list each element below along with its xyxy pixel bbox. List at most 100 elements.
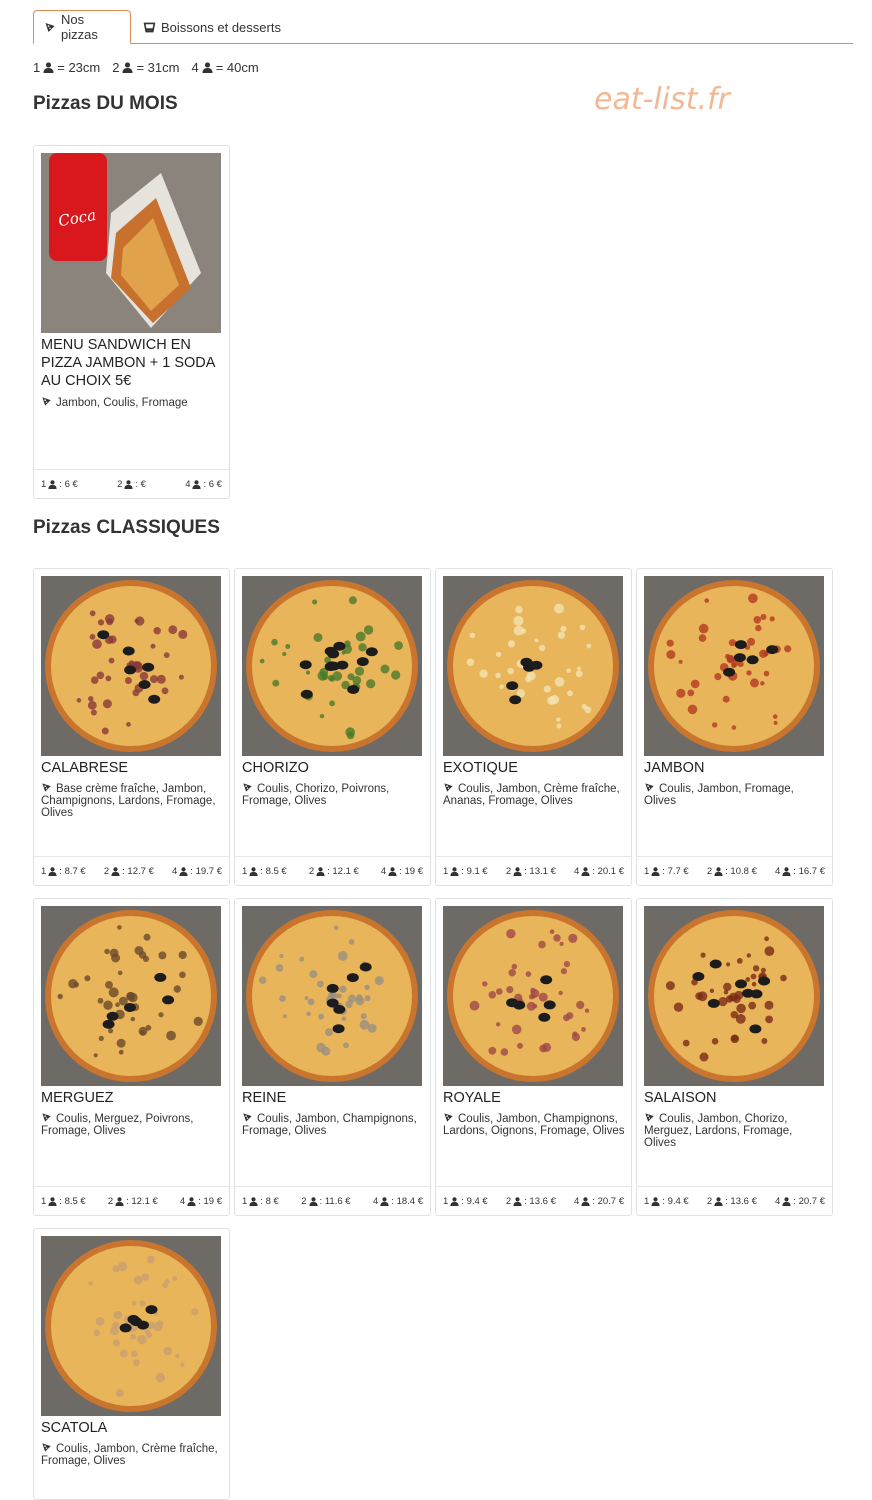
pizza-slice-icon	[645, 783, 654, 792]
price-row: 1: 8.5 € 2: 12.1 € 4: 19 €	[34, 1186, 229, 1215]
price-item: 1: 8.5 €	[242, 865, 287, 877]
ingredients: Base crème fraîche, Jambon, Champignons,…	[41, 782, 223, 819]
price-item: 1: 8.7 €	[41, 865, 86, 877]
ingredients: Coulis, Chorizo, Poivrons, Fromage, Oliv…	[242, 782, 424, 807]
pizza-name: REINE	[242, 1090, 287, 1106]
ingredients-text: Coulis, Jambon, Champignons, Lardons, Oi…	[443, 1113, 625, 1137]
pizza-name: EXOTIQUE	[443, 760, 518, 776]
ingredients-text: Jambon, Coulis, Fromage	[56, 397, 188, 409]
pizza-name: JAMBON	[644, 760, 705, 776]
price-item: 2: 10.8 €	[706, 865, 757, 877]
ingredients-text: Coulis, Jambon, Crème fraîche, Fromage, …	[41, 1443, 218, 1467]
pizza-card[interactable]: MERGUEZ Coulis, Merguez, Poivrons, Fromag…	[33, 898, 230, 1216]
section-title-mois: Pizzas DU MOIS	[33, 93, 178, 114]
person-icon	[450, 1196, 459, 1206]
price-item: 4: 19 €	[179, 1195, 222, 1207]
pizza-slice-icon	[444, 1113, 453, 1122]
price-item: 4: 20.7 €	[574, 1195, 624, 1207]
price-item: 4: 20.7 €	[775, 1195, 825, 1207]
legend-item: 1 = 23cm	[33, 60, 101, 75]
person-icon	[308, 1196, 318, 1206]
ingredients: Coulis, Jambon, Champignons, Lardons, Oi…	[443, 1112, 625, 1137]
price-row: 1: 8 € 2: 11.6 € 4: 18.4 €	[235, 1186, 430, 1215]
pizza-card[interactable]: REINE Coulis, Jambon, Champignons, Fromag…	[234, 898, 431, 1216]
pizza-name: MERGUEZ	[41, 1090, 114, 1106]
person-icon	[581, 1196, 590, 1206]
ingredients-text: Coulis, Jambon, Fromage, Olives	[644, 783, 794, 807]
ingredients: Coulis, Jambon, Fromage, Olives	[644, 782, 826, 807]
person-icon	[316, 866, 325, 876]
pizza-card[interactable]: JAMBON Coulis, Jambon, Fromage, Olives 1: …	[636, 568, 833, 886]
person-icon	[192, 479, 202, 489]
pizza-slice-icon	[243, 783, 252, 792]
price-item: 2: 13.1 €	[505, 865, 556, 877]
ingredients: Coulis, Jambon, Crème fraîche, Fromage, …	[41, 1442, 223, 1467]
tab-label: Boissons et desserts	[161, 19, 281, 35]
person-icon	[249, 1196, 258, 1206]
price-item: 4: 18.4 €	[373, 1195, 423, 1207]
pizza-slice-icon	[45, 22, 55, 32]
price-item: 4: 19 €	[380, 865, 423, 877]
person-icon	[48, 1196, 57, 1206]
pizza-slice-icon	[444, 783, 453, 792]
pizza-card[interactable]: CALABRESE Base crème fraîche, Jambon, Cha…	[33, 568, 230, 886]
person-icon	[651, 1196, 660, 1206]
ingredients: Coulis, Jambon, Chorizo, Merguez, Lardon…	[644, 1112, 826, 1149]
pizza-card[interactable]: EXOTIQUE Coulis, Jambon, Crème fraîche, A…	[435, 568, 632, 886]
pizza-card[interactable]: Coca MENU SANDWICH EN PIZZA JAMBON + 1 SO…	[33, 145, 230, 499]
price-row: 1: 8.5 € 2: 12.1 € 4: 19 €	[235, 856, 430, 885]
person-icon	[714, 866, 723, 876]
person-icon	[782, 1196, 791, 1206]
price-item: 1: 7.7 €	[644, 865, 689, 877]
person-icon	[651, 866, 660, 876]
ingredients: Coulis, Jambon, Crème fraîche, Ananas, F…	[443, 782, 625, 807]
person-icon	[111, 866, 120, 876]
tab-nos-pizzas[interactable]: Nos pizzas	[33, 10, 131, 44]
person-icon	[388, 866, 397, 876]
ingredients-text: Coulis, Jambon, Crème fraîche, Ananas, F…	[443, 783, 620, 807]
size-legend: 1 = 23cm 2 = 31cm 4 = 40cm	[33, 60, 259, 75]
person-icon	[124, 479, 133, 489]
ingredients-text: Coulis, Chorizo, Poivrons, Fromage, Oliv…	[242, 783, 390, 807]
pizza-card[interactable]: CHORIZO Coulis, Chorizo, Poivrons, Fromag…	[234, 568, 431, 886]
person-icon	[513, 1196, 522, 1206]
pizza-slice-icon	[42, 1113, 51, 1122]
person-icon	[202, 62, 213, 73]
price-item: 2: 13.6 €	[706, 1195, 757, 1207]
price-item: 4: 19.7 €	[172, 865, 222, 877]
person-icon	[782, 866, 791, 876]
pizza-photo	[242, 576, 422, 756]
pizza-name: MENU SANDWICH EN PIZZA JAMBON + 1 SODA A…	[41, 337, 215, 389]
price-row: 1: 6 € 2: € 4: 6 €	[34, 469, 229, 498]
price-row: 1: 8.7 € 2: 12.7 € 4: 19.7 €	[34, 856, 229, 885]
ingredients-text: Base crème fraîche, Jambon, Champignons,…	[41, 783, 216, 819]
ingredients-text: Coulis, Jambon, Chorizo, Merguez, Lardon…	[644, 1113, 793, 1149]
price-item: 2: €	[117, 478, 146, 490]
legend-item: 2 = 31cm	[112, 60, 180, 75]
person-icon	[122, 62, 134, 73]
price-item: 1: 9.4 €	[443, 1195, 488, 1207]
pizza-slice-icon	[243, 1113, 252, 1122]
tab-label: Nos pizzas	[61, 12, 98, 42]
price-item: 2: 12.1 €	[308, 865, 359, 877]
cup-icon	[143, 22, 156, 32]
watermark: eat-list.fr	[594, 82, 730, 117]
ingredients: Jambon, Coulis, Fromage	[41, 396, 223, 409]
pizza-photo	[443, 576, 623, 756]
pizza-card[interactable]: ROYALE Coulis, Jambon, Champignons, Lardo…	[435, 898, 632, 1216]
pizza-slice-icon	[42, 1443, 51, 1452]
price-item: 2: 13.6 €	[505, 1195, 556, 1207]
ingredients-text: Coulis, Jambon, Champignons, Fromage, Ol…	[242, 1113, 417, 1137]
person-icon	[581, 866, 590, 876]
person-icon	[249, 866, 258, 876]
pizza-card[interactable]: SALAISON Coulis, Jambon, Chorizo, Merguez…	[636, 898, 833, 1216]
price-item: 2: 11.6 €	[301, 1195, 351, 1207]
pizza-name: CHORIZO	[242, 760, 309, 776]
tab-boissons-desserts[interactable]: Boissons et desserts	[133, 10, 291, 44]
pizza-card[interactable]: SCATOLA Coulis, Jambon, Crème fraîche, Fr…	[33, 1228, 230, 1500]
person-icon	[43, 62, 54, 73]
pizza-photo	[41, 906, 221, 1086]
pizza-photo	[644, 576, 824, 756]
price-row: 1: 9.4 € 2: 13.6 € 4: 20.7 €	[637, 1186, 832, 1215]
price-row: 1: 9.1 € 2: 13.1 € 4: 20.1 €	[436, 856, 631, 885]
